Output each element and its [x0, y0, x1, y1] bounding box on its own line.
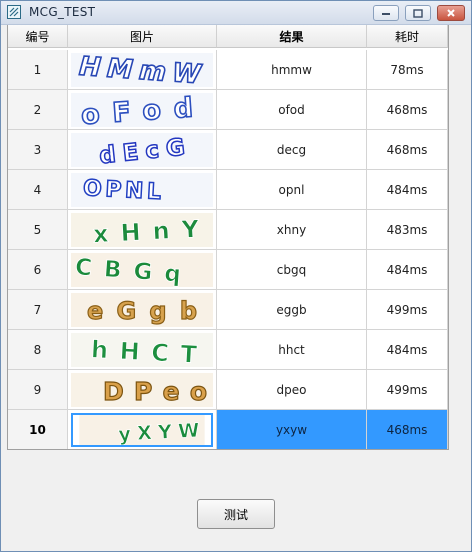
results-table[interactable]: 编号 图片 结果 耗时 1 HMmW hmmw 78ms 2 oFod ofod…	[7, 25, 449, 450]
table-row-selected[interactable]: 10 yXYW yxyw 468ms	[8, 410, 448, 449]
time-cell: 78ms	[367, 50, 448, 90]
captcha-image: hHCT	[71, 332, 213, 367]
test-button[interactable]: 测试	[197, 499, 275, 529]
row-number: 1	[8, 50, 68, 90]
app-icon	[7, 5, 21, 19]
result-cell: ofod	[217, 90, 367, 130]
captcha-image-cell: HMmW	[68, 50, 217, 90]
table-row[interactable]: 3 dEcG decg 468ms	[8, 130, 448, 170]
column-header-image[interactable]: 图片	[68, 25, 217, 48]
table-row[interactable]: 7 eGgb eggb 499ms	[8, 290, 448, 330]
captcha-image-cell: xHnY	[68, 210, 217, 250]
table-row[interactable]: 8 hHCT hhct 484ms	[8, 330, 448, 370]
result-cell: opnl	[217, 170, 367, 210]
captcha-text: HMmW	[78, 53, 203, 87]
captcha-image-cell: hHCT	[68, 330, 217, 370]
row-number: 10	[8, 410, 68, 449]
captcha-image: CBGq	[71, 252, 213, 287]
captcha-image-cell: dEcG	[68, 130, 217, 170]
table-row[interactable]: 1 HMmW hmmw 78ms	[8, 50, 448, 90]
time-cell: 499ms	[367, 290, 448, 330]
table-row[interactable]: 4 OPNL opnl 484ms	[8, 170, 448, 210]
time-cell: 484ms	[367, 170, 448, 210]
time-cell: 499ms	[367, 370, 448, 410]
maximize-button[interactable]	[405, 5, 431, 21]
row-number: 9	[8, 370, 68, 410]
column-header-result[interactable]: 结果	[217, 25, 367, 48]
row-number: 6	[8, 250, 68, 290]
close-button[interactable]	[437, 5, 465, 21]
time-cell: 483ms	[367, 210, 448, 250]
row-number: 2	[8, 90, 68, 130]
captcha-image-cell: OPNL	[68, 170, 217, 210]
result-cell: yxyw	[217, 410, 367, 449]
result-cell: eggb	[217, 290, 367, 330]
captcha-image-cell: oFod	[68, 90, 217, 130]
captcha-image-cell: DPeo	[68, 370, 217, 410]
table-row[interactable]: 5 xHnY xhny 483ms	[8, 210, 448, 250]
row-number: 7	[8, 290, 68, 330]
column-header-time[interactable]: 耗时	[367, 25, 448, 48]
minimize-icon	[382, 13, 390, 15]
table-row[interactable]: 2 oFod ofod 468ms	[8, 90, 448, 130]
minimize-button[interactable]	[373, 5, 399, 21]
captcha-image: DPeo	[71, 372, 213, 407]
row-number: 3	[8, 130, 68, 170]
captcha-image-cell: CBGq	[68, 250, 217, 290]
captcha-image: xHnY	[71, 212, 213, 247]
time-cell: 484ms	[367, 330, 448, 370]
time-cell: 468ms	[367, 130, 448, 170]
app-window: MCG_TEST 编号 图片 结果 耗时 1 HMmW hmmw 78ms 2 …	[0, 0, 472, 552]
table-row[interactable]: 6 CBGq cbgq 484ms	[8, 250, 448, 290]
result-cell: hmmw	[217, 50, 367, 90]
captcha-image: HMmW	[71, 52, 213, 87]
table-row[interactable]: 9 DPeo dpeo 499ms	[8, 370, 448, 410]
captcha-image: yXYW	[71, 412, 213, 447]
row-number: 8	[8, 330, 68, 370]
time-cell: 468ms	[367, 410, 448, 449]
captcha-image-cell: yXYW	[68, 410, 217, 449]
result-cell: hhct	[217, 330, 367, 370]
result-cell: cbgq	[217, 250, 367, 290]
captcha-image: dEcG	[71, 132, 213, 167]
column-header-number[interactable]: 编号	[8, 25, 68, 48]
row-number: 4	[8, 170, 68, 210]
captcha-image: oFod	[71, 92, 213, 127]
time-cell: 484ms	[367, 250, 448, 290]
close-icon	[447, 9, 455, 17]
captcha-text: yXYW	[118, 418, 200, 445]
result-cell: dpeo	[217, 370, 367, 410]
captcha-image: eGgb	[71, 292, 213, 327]
time-cell: 468ms	[367, 90, 448, 130]
window-title: MCG_TEST	[29, 5, 96, 19]
result-cell: decg	[217, 130, 367, 170]
title-bar[interactable]: MCG_TEST	[1, 1, 471, 25]
maximize-icon	[413, 8, 423, 18]
captcha-image: OPNL	[71, 172, 213, 207]
result-cell: xhny	[217, 210, 367, 250]
row-number: 5	[8, 210, 68, 250]
captcha-image-cell: eGgb	[68, 290, 217, 330]
